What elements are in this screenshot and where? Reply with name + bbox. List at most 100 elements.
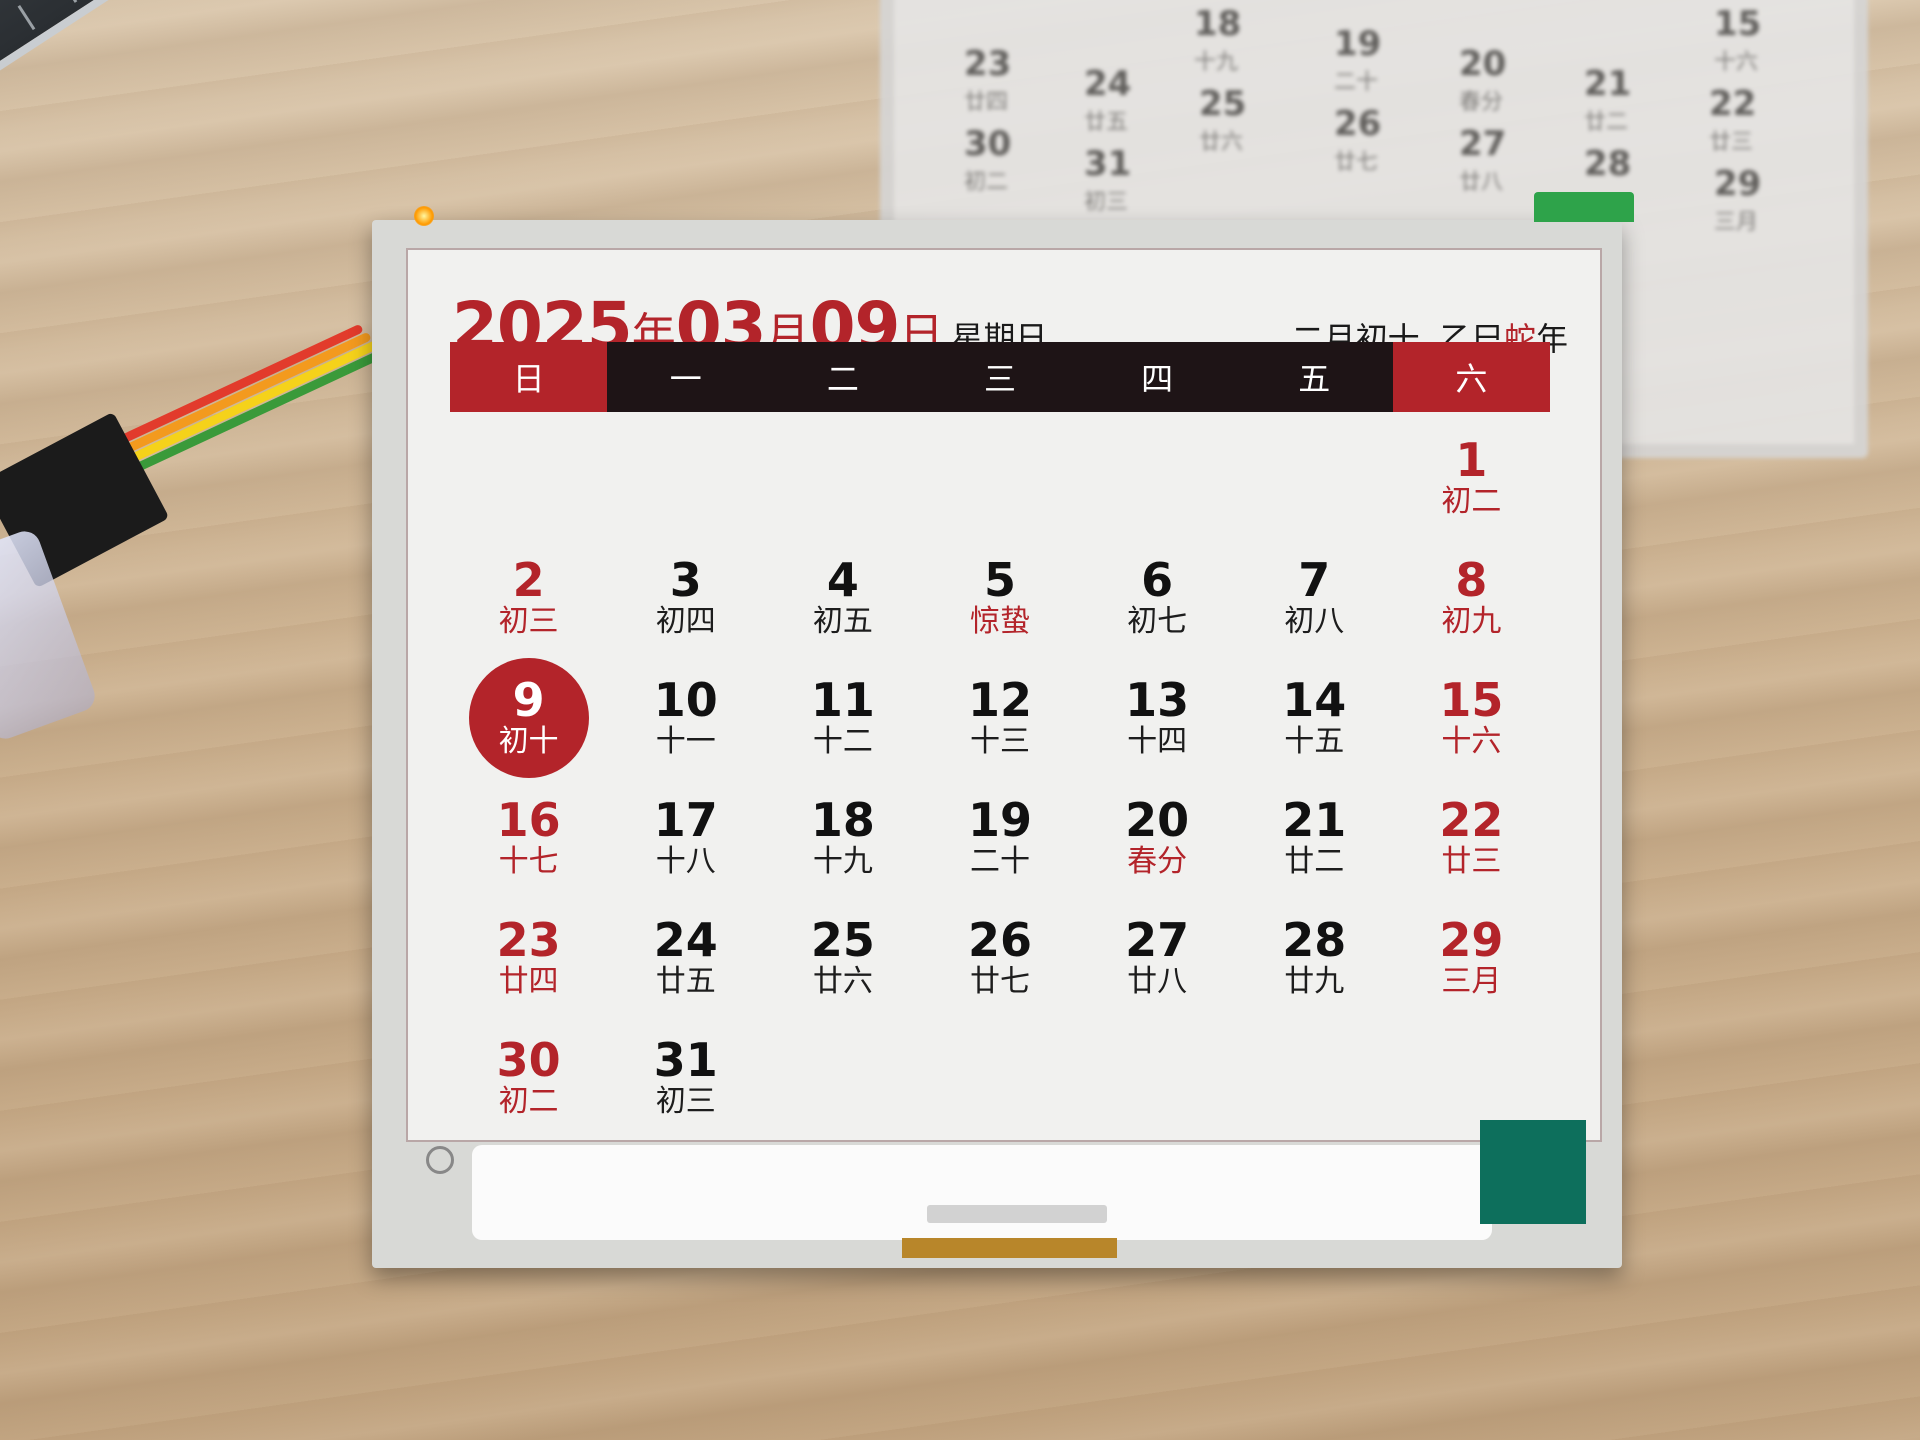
bg-day: 27 — [1459, 124, 1507, 164]
day-number: 19 — [967, 792, 1032, 847]
bg-day: 23 — [964, 44, 1012, 84]
epaper-display: 2025年03月09日 星期日 二月初十 乙巳蛇年 日 一 二 三 四 五 六 1… — [372, 192, 1634, 1268]
led-indicator — [414, 206, 434, 226]
bg-day: 29 — [1714, 164, 1762, 204]
bg-day: 22 — [1709, 84, 1757, 124]
bg-day: 21 — [1584, 64, 1632, 104]
day-cell: 20 春分 — [1079, 778, 1236, 898]
bg-day: 31 — [1084, 144, 1132, 184]
day-cell: 11 十二 — [764, 658, 921, 778]
lunar-day: 惊蛰 — [969, 604, 1030, 640]
day-cell: 10 十一 — [607, 658, 764, 778]
day-number: 21 — [1282, 792, 1347, 847]
weekday-sat: 六 — [1392, 342, 1550, 412]
weekday-bar: 日 一 二 三 四 五 六 — [450, 342, 1550, 412]
day-cell: 22 廿三 — [1393, 778, 1550, 898]
lunar-day: 廿三 — [1441, 844, 1502, 880]
lunar-day: 十五 — [1284, 724, 1345, 760]
lunar-day: 十三 — [969, 724, 1030, 760]
day-number: 20 — [1125, 792, 1190, 847]
day-cell: 19 二十 — [921, 778, 1078, 898]
day-cell: 28 廿九 — [1236, 898, 1393, 1018]
day-cell: 12 十三 — [921, 658, 1078, 778]
lunar-day: 初二 — [498, 1084, 559, 1120]
day-cell: 18 十九 — [764, 778, 921, 898]
bg-day: 19 — [1334, 24, 1382, 64]
lunar-day: 春分 — [1127, 844, 1188, 880]
lunar-day: 十一 — [655, 724, 716, 760]
bg-day: 28 — [1584, 144, 1632, 184]
day-number: 8 — [1455, 552, 1488, 607]
lunar-day: 三月 — [1441, 964, 1502, 1000]
green-corner — [1480, 1120, 1586, 1224]
lunar-day: 初三 — [498, 604, 559, 640]
bg-lunar: 初二 — [964, 170, 1009, 195]
bg-lunar: 廿二 — [1584, 110, 1629, 135]
day-cell: 27 廿八 — [1079, 898, 1236, 1018]
day-number: 11 — [810, 672, 875, 727]
day-cell: 14 十五 — [1236, 658, 1393, 778]
day-cell: 21 廿二 — [1236, 778, 1393, 898]
day-cell — [921, 418, 1078, 538]
lunar-day: 十二 — [812, 724, 873, 760]
day-number: 1 — [1455, 432, 1488, 487]
bg-lunar: 廿八 — [1459, 170, 1504, 195]
bg-day: 18 — [1194, 4, 1242, 44]
day-number: 3 — [669, 552, 702, 607]
day-cell: 13 十四 — [1079, 658, 1236, 778]
weekday-mon: 一 — [669, 360, 702, 398]
lunar-day: 十八 — [655, 844, 716, 880]
day-number: 23 — [496, 912, 561, 967]
day-number: 17 — [653, 792, 718, 847]
day-number: 14 — [1282, 672, 1347, 727]
lunar-day: 二十 — [969, 844, 1030, 880]
bg-day: 25 — [1199, 84, 1247, 124]
day-number: 12 — [967, 672, 1032, 727]
red-wire — [88, 323, 364, 459]
day-cell — [450, 418, 607, 538]
lunar-day: 十四 — [1127, 724, 1188, 760]
day-number: 22 — [1439, 792, 1504, 847]
lunar-day: 初十 — [498, 724, 559, 760]
day-number: 6 — [1141, 552, 1174, 607]
day-cell — [764, 418, 921, 538]
day-number: 28 — [1282, 912, 1347, 967]
day-number: 5 — [983, 552, 1016, 607]
lunar-day: 十九 — [812, 844, 873, 880]
day-cell: 31 初三 — [607, 1018, 764, 1138]
photo-scene: 23 廿四 24 廿五 25 廿六 18 十九 19 二十 20 春分 21 廿… — [0, 0, 1920, 1440]
bg-lunar: 三月 — [1714, 210, 1759, 235]
lunar-day: 廿八 — [1127, 964, 1188, 1000]
ruler-tick — [59, 0, 78, 3]
bottom-strip — [472, 1145, 1492, 1240]
day-cell: 29 三月 — [1393, 898, 1550, 1018]
day-cell: 25 廿六 — [764, 898, 921, 1018]
ruler — [0, 0, 436, 93]
day-number: 25 — [810, 912, 875, 967]
weekday-tue: 二 — [826, 360, 859, 398]
bg-lunar: 廿七 — [1334, 150, 1379, 175]
bg-lunar: 春分 — [1459, 90, 1504, 115]
day-number: 24 — [653, 912, 718, 967]
day-cell: 24 廿五 — [607, 898, 764, 1018]
bg-lunar: 廿六 — [1199, 130, 1244, 155]
weekday-wed: 三 — [983, 360, 1016, 398]
lunar-day: 初五 — [812, 604, 873, 640]
weekday-thu: 四 — [1141, 360, 1174, 398]
day-number: 10 — [653, 672, 718, 727]
day-cell: 9 初十 — [450, 658, 607, 778]
day-number: 4 — [826, 552, 859, 607]
calendar-screen: 2025年03月09日 星期日 二月初十 乙巳蛇年 日 一 二 三 四 五 六 1… — [406, 248, 1602, 1142]
pcb-tab — [1534, 192, 1634, 222]
day-cell: 4 初五 — [764, 538, 921, 658]
day-cell — [1236, 418, 1393, 538]
lunar-day: 十六 — [1441, 724, 1502, 760]
day-cell: 30 初二 — [450, 1018, 607, 1138]
bottom-notch — [927, 1205, 1107, 1223]
bg-lunar: 廿五 — [1084, 110, 1129, 135]
day-cell: 3 初四 — [607, 538, 764, 658]
bg-lunar: 廿四 — [964, 90, 1009, 115]
day-cell: 1 初二 — [1393, 418, 1550, 538]
flex-cable — [902, 1238, 1117, 1258]
day-cell — [607, 418, 764, 538]
